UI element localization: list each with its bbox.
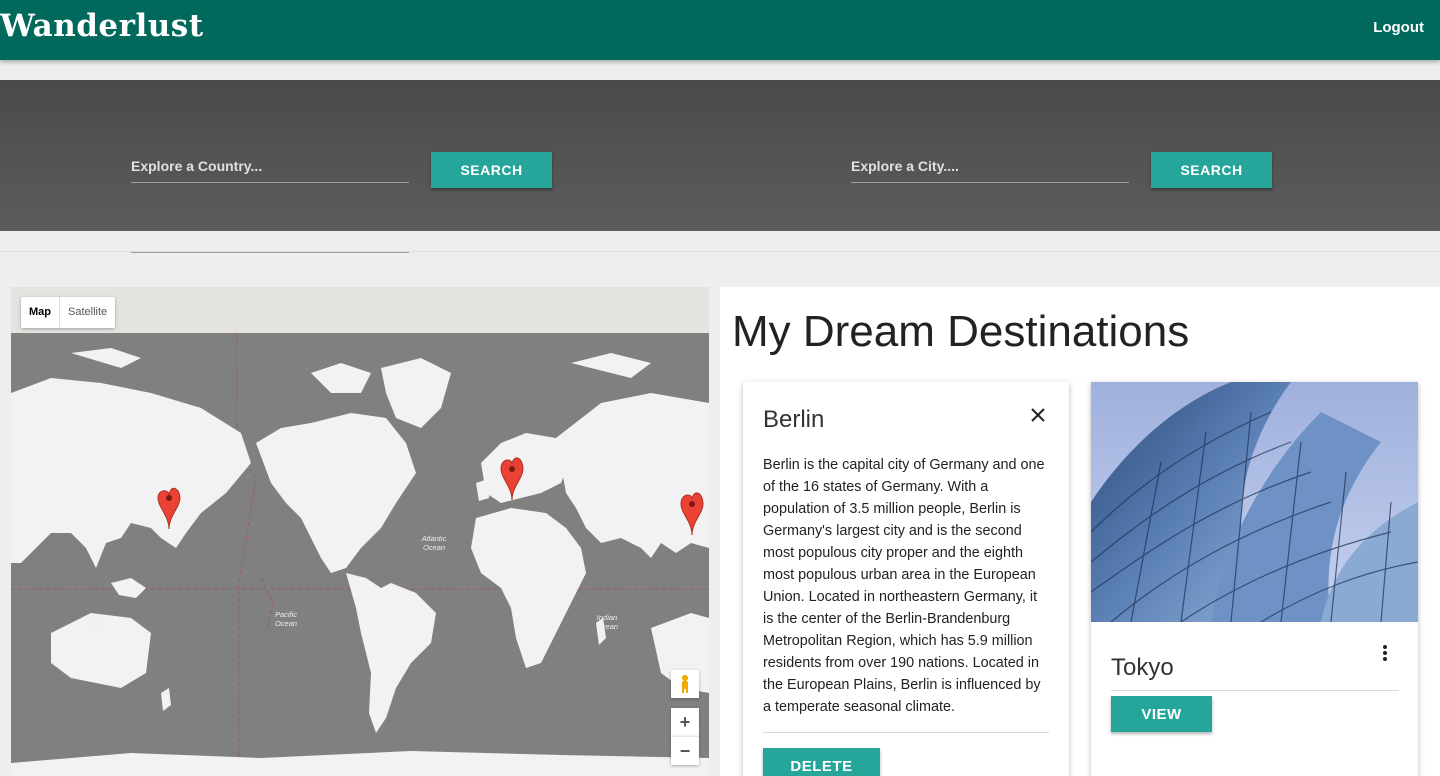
country-search-field [131, 222, 409, 253]
country-search-field [131, 152, 409, 183]
map-type-toggle: Map Satellite [21, 297, 116, 328]
country-search-button[interactable]: SEARCH [431, 152, 552, 188]
indian-ocean-right-label-2: Ocean [596, 622, 618, 631]
map-type-satellite-button[interactable]: Satellite [60, 297, 115, 328]
country-search-input[interactable] [131, 152, 409, 180]
map-top-strip [11, 287, 709, 333]
card-title: Berlin [763, 406, 825, 433]
world-map[interactable]: Map Satellite Atlantic Ocean Pacific Oce… [11, 287, 709, 776]
brand-logo[interactable]: Wanderlust [0, 8, 204, 44]
indian-ocean-left-label-1: Indian [85, 613, 105, 622]
pacific-ocean-label-1: Pacific [275, 610, 297, 619]
card-title: Tokyo [1111, 654, 1174, 681]
city-search-field [851, 152, 1129, 183]
card-divider [1111, 690, 1399, 691]
view-button[interactable]: VIEW [1111, 696, 1212, 732]
delete-button[interactable]: DELETE [763, 748, 880, 776]
destination-card-tokyo: Tokyo VIEW [1091, 382, 1418, 776]
card-divider [763, 732, 1049, 733]
map-canvas[interactable]: Atlantic Ocean Pacific Ocean Indian Ocea… [11, 333, 709, 776]
city-search-button[interactable]: SEARCH [1151, 152, 1272, 188]
indian-ocean-right-label-1: Indian [597, 613, 617, 622]
zoom-out-button[interactable]: − [671, 736, 699, 765]
tokyo-building-image [1091, 382, 1418, 622]
city-search-input[interactable] [851, 152, 1129, 180]
more-vertical-icon[interactable] [1381, 644, 1389, 662]
street-view-pegman-icon[interactable] [671, 670, 699, 698]
map-type-map-button[interactable]: Map [21, 297, 60, 328]
atlantic-ocean-label-2: Ocean [423, 543, 445, 552]
logout-link[interactable]: Logout [1373, 19, 1424, 36]
top-navbar: Wanderlust Logout [0, 0, 1440, 60]
land-masses [11, 348, 709, 776]
card-description: Berlin is the capital city of Germany an… [763, 457, 1045, 715]
section-divider [0, 251, 1440, 252]
destinations-panel: My Dream Destinations Berlin Berlin is t… [720, 287, 1440, 776]
close-icon[interactable] [1025, 402, 1051, 428]
indian-ocean-left-label-2: Ocean [84, 622, 106, 631]
zoom-in-button[interactable]: + [671, 708, 699, 736]
destination-card-berlin: Berlin Berlin is the capital city of Ger… [743, 382, 1069, 776]
page-title: My Dream Destinations [732, 307, 1190, 356]
pacific-ocean-label-2: Ocean [275, 619, 297, 628]
atlantic-ocean-label-1: Atlantic [421, 534, 447, 543]
